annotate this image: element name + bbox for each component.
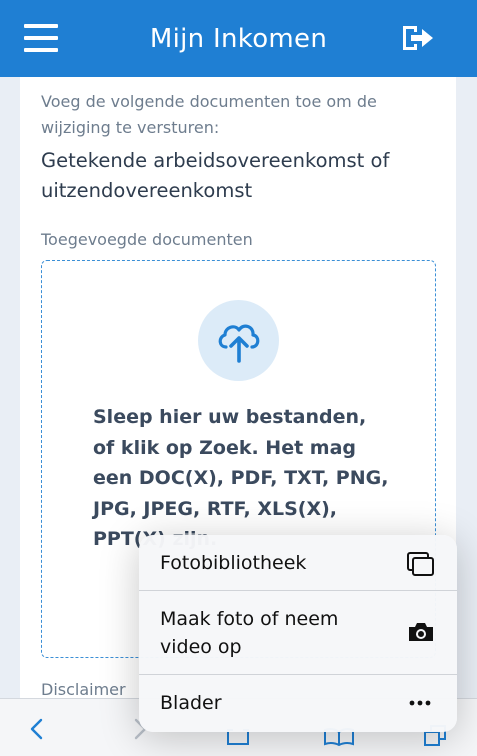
logout-icon[interactable] xyxy=(400,22,436,54)
attach-options-menu: Fotobibliotheek Maak foto of neem video … xyxy=(139,535,457,732)
more-dots-icon xyxy=(409,700,431,706)
menu-item-label: Maak foto of neem video op xyxy=(160,608,339,658)
back-icon[interactable] xyxy=(27,718,47,740)
cloud-upload-icon[interactable] xyxy=(198,300,279,381)
hamburger-menu-icon[interactable] xyxy=(24,24,58,52)
menu-item-browse[interactable]: Blader xyxy=(139,675,457,732)
intro-text: Voeg de volgende documenten toe om de wi… xyxy=(41,92,377,137)
app-header: Mijn Inkomen xyxy=(0,0,477,77)
disclaimer-link[interactable]: Disclaimer xyxy=(41,680,126,699)
dropzone-instructions: Sleep hier uw bestanden, of klik op Zoek… xyxy=(93,406,389,550)
page-title: Mijn Inkomen xyxy=(149,23,328,54)
menu-item-photo-library[interactable]: Fotobibliotheek xyxy=(139,535,457,591)
menu-item-label: Fotobibliotheek xyxy=(160,552,307,574)
menu-item-camera[interactable]: Maak foto of neem video op xyxy=(139,591,457,675)
photo-library-icon xyxy=(407,552,434,576)
menu-item-label: Blader xyxy=(160,692,222,714)
added-documents-label: Toegevoegde documenten xyxy=(41,230,253,249)
camera-icon xyxy=(409,623,433,641)
required-document: Getekende arbeidsovereenkomst of uitzend… xyxy=(41,149,390,202)
